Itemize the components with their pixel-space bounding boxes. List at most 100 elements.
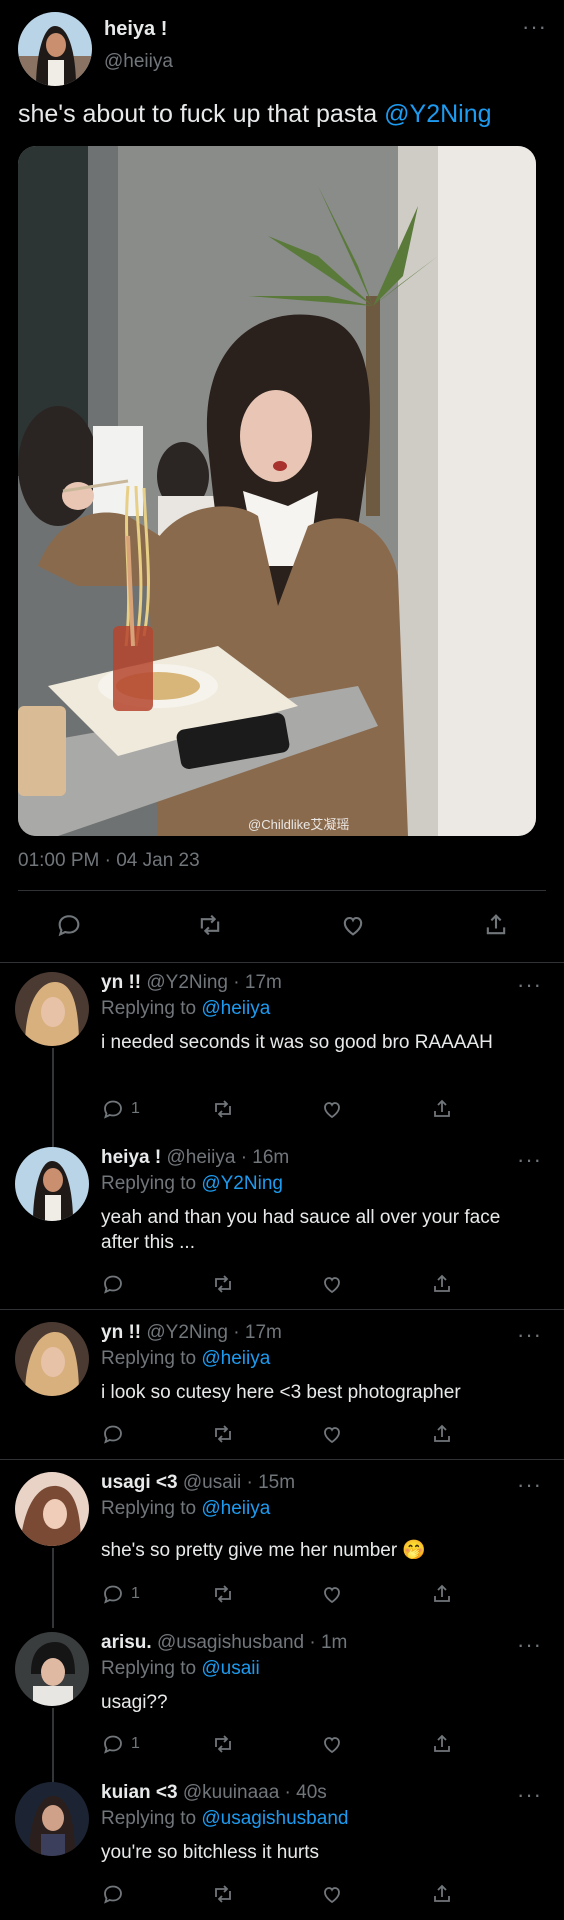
replying-link[interactable]: @heiiya	[201, 998, 270, 1019]
like-icon	[343, 916, 363, 936]
share-icon	[434, 1274, 450, 1292]
share-icon	[434, 1584, 450, 1602]
reply-icon	[104, 1275, 122, 1294]
reply-meta[interactable]: @Y2Ning · 17m	[146, 972, 281, 993]
like-icon	[324, 1277, 340, 1294]
mention-link[interactable]: @Y2Ning	[384, 100, 491, 128]
author-avatar[interactable]	[18, 12, 92, 86]
reply-meta[interactable]: @heiiya · 16m	[166, 1147, 289, 1168]
avatar[interactable]	[15, 1632, 89, 1706]
like-button[interactable]	[320, 1097, 344, 1121]
avatar[interactable]	[15, 1322, 89, 1396]
more-dots-icon[interactable]: ···	[517, 974, 542, 996]
like-icon	[324, 1587, 340, 1604]
retweet-button[interactable]	[211, 1732, 235, 1756]
more-dots-icon[interactable]: ···	[517, 1634, 542, 1656]
tweet-photo[interactable]: @Childlike艾凝瑶	[18, 146, 536, 836]
reply-meta[interactable]: @usagishusband · 1m	[157, 1632, 347, 1653]
like-icon	[324, 1102, 340, 1119]
retweet-button[interactable]	[211, 1882, 235, 1906]
like-button[interactable]	[320, 1582, 344, 1606]
share-button[interactable]	[430, 1422, 454, 1446]
reply-meta[interactable]: @usaii · 15m	[183, 1472, 295, 1493]
retweet-icon	[200, 914, 220, 936]
replying-to: Replying to @heiiya	[101, 1498, 270, 1520]
avatar[interactable]	[15, 972, 89, 1046]
divider	[0, 1459, 564, 1460]
replying-link[interactable]: @heiiya	[201, 1348, 270, 1369]
reply-header: yn !! @Y2Ning · 17m	[101, 972, 282, 994]
reply-header: yn !! @Y2Ning · 17m	[101, 1322, 282, 1344]
reply-header: kuian <3 @kuuinaaa · 40s	[101, 1782, 327, 1804]
reply-button[interactable]	[101, 1422, 125, 1446]
share-icon	[434, 1424, 450, 1442]
reply-name[interactable]: usagi <3	[101, 1472, 178, 1493]
reply-icon	[104, 1735, 122, 1754]
like-button[interactable]	[320, 1422, 344, 1446]
like-button[interactable]	[320, 1272, 344, 1296]
reply-count: 1	[131, 1100, 140, 1117]
more-dots-icon[interactable]: ···	[517, 1784, 542, 1806]
reply-name[interactable]: yn !!	[101, 972, 141, 993]
reply-button[interactable]	[101, 1882, 125, 1906]
reply-name[interactable]: heiya !	[101, 1147, 161, 1168]
retweet-button[interactable]	[196, 911, 224, 939]
like-button[interactable]	[320, 1732, 344, 1756]
reply-meta[interactable]: @Y2Ning · 17m	[146, 1322, 281, 1343]
reply-button[interactable]	[55, 911, 83, 939]
share-button[interactable]	[430, 1732, 454, 1756]
reply-meta[interactable]: @kuuinaaa · 40s	[183, 1782, 327, 1803]
reply-text: i needed seconds it was so good bro RAAA…	[101, 1032, 493, 1053]
thread-line	[52, 1548, 54, 1628]
share-button[interactable]	[482, 911, 510, 939]
thread-line	[52, 1048, 54, 1158]
replying-label: Replying to	[101, 1498, 197, 1519]
reply-button[interactable]: 1	[101, 1732, 140, 1756]
reply-text: usagi??	[101, 1692, 168, 1713]
avatar[interactable]	[15, 1782, 89, 1856]
retweet-button[interactable]	[211, 1582, 235, 1606]
replying-to: Replying to @usaii	[101, 1658, 260, 1680]
share-button[interactable]	[430, 1882, 454, 1906]
reply-button[interactable]: 1	[101, 1582, 140, 1606]
more-dots-icon[interactable]: ···	[517, 1149, 542, 1171]
share-button[interactable]	[430, 1582, 454, 1606]
author-handle[interactable]: @heiiya	[104, 51, 173, 73]
share-button[interactable]	[430, 1272, 454, 1296]
retweet-button[interactable]	[211, 1272, 235, 1296]
retweet-button[interactable]	[211, 1097, 235, 1121]
replying-label: Replying to	[101, 998, 197, 1019]
share-icon	[434, 1884, 450, 1902]
like-button[interactable]	[320, 1882, 344, 1906]
reply-icon	[104, 1885, 122, 1904]
more-dots-icon[interactable]: ···	[517, 1324, 542, 1346]
replying-link[interactable]: @usaii	[201, 1658, 259, 1679]
reply-name[interactable]: kuian <3	[101, 1782, 178, 1803]
reply-name[interactable]: yn !!	[101, 1322, 141, 1343]
share-button[interactable]	[430, 1097, 454, 1121]
more-dots-icon[interactable]: ···	[517, 1474, 542, 1496]
like-button[interactable]	[339, 911, 367, 939]
reply-count: 1	[131, 1735, 140, 1752]
reply-button[interactable]: 1	[101, 1097, 140, 1121]
reply-count: 1	[131, 1585, 140, 1602]
author-name[interactable]: heiya !	[104, 18, 167, 41]
retweet-icon	[215, 1735, 231, 1753]
retweet-icon	[215, 1885, 231, 1903]
reply-header: arisu. @usagishusband · 1m	[101, 1632, 347, 1654]
replying-link[interactable]: @heiiya	[201, 1498, 270, 1519]
reply-icon	[104, 1100, 122, 1119]
avatar[interactable]	[15, 1472, 89, 1546]
retweet-button[interactable]	[211, 1422, 235, 1446]
replying-link[interactable]: @Y2Ning	[201, 1173, 283, 1194]
reply-name[interactable]: arisu.	[101, 1632, 152, 1653]
reply-icon	[104, 1585, 122, 1604]
retweet-icon	[215, 1100, 231, 1118]
divider	[18, 890, 546, 891]
more-dots-icon[interactable]: ···	[522, 16, 547, 38]
avatar[interactable]	[15, 1147, 89, 1221]
replying-link[interactable]: @usagishusband	[201, 1808, 348, 1829]
tweet-timestamp[interactable]: 01:00 PM · 04 Jan 23	[18, 850, 200, 872]
like-icon	[324, 1737, 340, 1754]
reply-button[interactable]	[101, 1272, 125, 1296]
